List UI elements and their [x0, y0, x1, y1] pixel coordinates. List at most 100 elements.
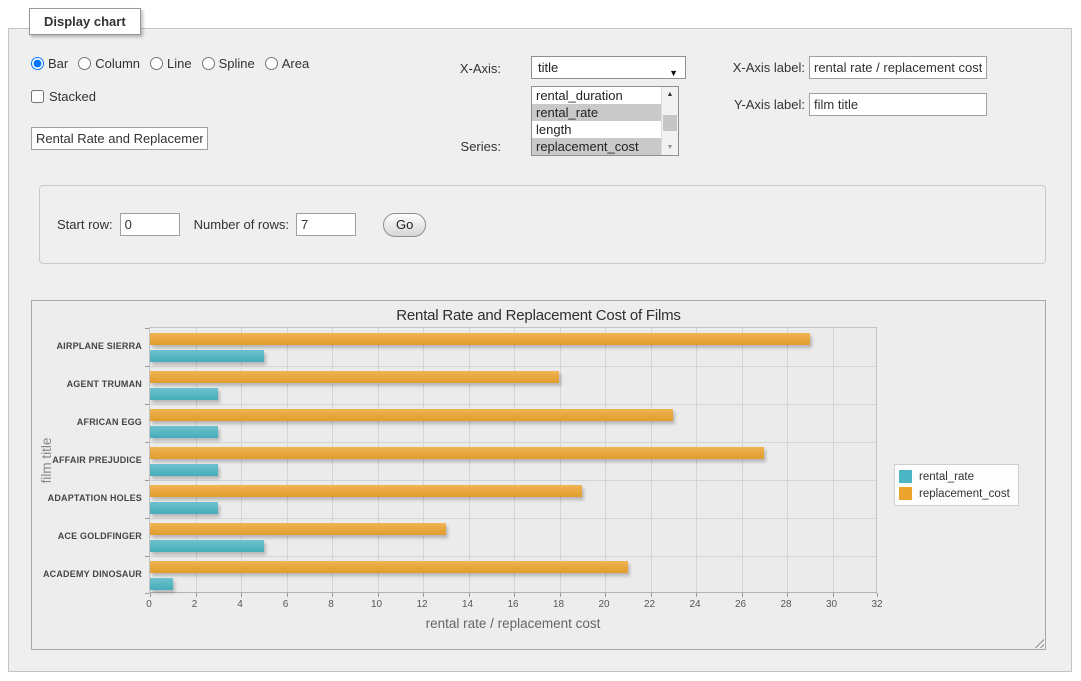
x-tick-label: 24	[689, 599, 700, 610]
bar-rental_rate-5	[150, 540, 264, 552]
start-row-label: Start row:	[57, 217, 113, 232]
x-tick-label: 16	[507, 599, 518, 610]
x-axis-select[interactable]: title ▼	[531, 56, 686, 79]
chart-legend: rental_rate replacement_cost	[894, 464, 1019, 506]
chart-type-label: Bar	[48, 56, 68, 71]
y-tick-mark	[145, 480, 149, 481]
x-tick-mark	[469, 593, 470, 597]
bar-replacement_cost-1	[150, 371, 559, 383]
legend-item-rental_rate: rental_rate	[899, 468, 1010, 485]
x-tick-label: 22	[644, 599, 655, 610]
vertical-gridline	[833, 328, 834, 592]
vertical-gridline	[560, 328, 561, 592]
chart-title-input[interactable]	[31, 127, 208, 150]
vertical-gridline	[196, 328, 197, 592]
series-option-rental_rate[interactable]: rental_rate	[532, 104, 661, 121]
x-axis-selected-value: title	[538, 60, 558, 75]
x-axis-line	[149, 592, 877, 593]
vertical-gridline	[469, 328, 470, 592]
bar-replacement_cost-6	[150, 561, 628, 573]
y-category-label: AIRPLANE SIERRA	[36, 327, 142, 365]
chart-type-label: Column	[95, 56, 140, 71]
bar-replacement_cost-3	[150, 447, 764, 459]
num-rows-label: Number of rows:	[194, 217, 289, 232]
bar-rental_rate-6	[150, 578, 173, 590]
vertical-gridline	[332, 328, 333, 592]
vertical-gridline	[742, 328, 743, 592]
legend-swatch-icon	[899, 487, 912, 500]
y-axis-label-label: Y-Axis label:	[709, 97, 805, 112]
x-tick-label: 8	[328, 599, 334, 610]
resize-handle-icon[interactable]	[1032, 636, 1044, 648]
legend-swatch-icon	[899, 470, 912, 483]
legend-label: replacement_cost	[919, 488, 1010, 500]
chart-type-radios: Bar Column Line Spline Area	[31, 56, 319, 71]
x-tick-label: 32	[871, 599, 882, 610]
bar-rental_rate-1	[150, 388, 218, 400]
horizontal-gridline	[150, 518, 876, 519]
num-rows-input[interactable]	[296, 213, 356, 236]
x-axis-title: rental rate / replacement cost	[149, 616, 877, 631]
chart-type-radio-line[interactable]	[150, 57, 163, 70]
chart-type-option-bar[interactable]: Bar	[31, 56, 68, 71]
y-tick-mark	[145, 328, 149, 329]
chart-type-option-column[interactable]: Column	[78, 56, 140, 71]
scroll-up-icon[interactable]: ▲	[662, 87, 678, 102]
bar-replacement_cost-4	[150, 485, 582, 497]
stacked-option[interactable]: Stacked	[31, 89, 96, 104]
x-tick-label: 6	[283, 599, 289, 610]
x-tick-label: 28	[780, 599, 791, 610]
scroll-down-icon[interactable]: ▼	[662, 140, 678, 155]
start-row-input[interactable]	[120, 213, 180, 236]
x-tick-label: 10	[371, 599, 382, 610]
chart-type-option-area[interactable]: Area	[265, 56, 309, 71]
series-option-rental_duration[interactable]: rental_duration	[532, 87, 661, 104]
panel-title: Display chart	[29, 8, 141, 35]
horizontal-gridline	[150, 556, 876, 557]
x-tick-labels: 02468101214161820222426283032	[149, 599, 877, 611]
stacked-checkbox[interactable]	[31, 90, 44, 103]
go-button[interactable]: Go	[383, 213, 426, 237]
chart-type-option-spline[interactable]: Spline	[202, 56, 255, 71]
horizontal-gridline	[150, 366, 876, 367]
listbox-scrollbar[interactable]: ▲ ▼	[661, 87, 678, 155]
chart-type-radio-area[interactable]	[265, 57, 278, 70]
x-tick-mark	[742, 593, 743, 597]
x-tick-mark	[378, 593, 379, 597]
series-option-length[interactable]: length	[532, 121, 661, 138]
x-axis-label-input[interactable]	[809, 56, 987, 79]
chart-title: Rental Rate and Replacement Cost of Film…	[32, 307, 1045, 324]
x-tick-mark	[241, 593, 242, 597]
x-tick-mark	[423, 593, 424, 597]
x-tick-label: 2	[192, 599, 198, 610]
horizontal-gridline	[150, 480, 876, 481]
display-chart-panel: Display chart BarColumnLineSplineArea St…	[8, 28, 1072, 672]
vertical-gridline	[287, 328, 288, 592]
x-tick-mark	[833, 593, 834, 597]
vertical-gridline	[651, 328, 652, 592]
x-tick-label: 12	[416, 599, 427, 610]
series-listbox[interactable]: rental_durationrental_ratelengthreplacem…	[531, 86, 679, 156]
chart-type-label: Line	[167, 56, 192, 71]
vertical-gridline	[423, 328, 424, 592]
scrollbar-thumb[interactable]	[663, 115, 677, 131]
y-category-label: AGENT TRUMAN	[36, 365, 142, 403]
y-axis-label-input[interactable]	[809, 93, 987, 116]
x-tick-label: 0	[146, 599, 152, 610]
series-list-label: Series:	[411, 139, 501, 154]
bar-rental_rate-2	[150, 426, 218, 438]
horizontal-gridline	[150, 404, 876, 405]
series-option-replacement_cost[interactable]: replacement_cost	[532, 138, 661, 155]
y-tick-mark	[145, 556, 149, 557]
chart-type-radio-spline[interactable]	[202, 57, 215, 70]
y-category-label: ACE GOLDFINGER	[36, 517, 142, 555]
chart-type-radio-column[interactable]	[78, 57, 91, 70]
y-category-labels: AIRPLANE SIERRAAGENT TRUMANAFRICAN EGGAF…	[36, 327, 142, 593]
y-category-label: ACADEMY DINOSAUR	[36, 555, 142, 593]
chart-type-radio-bar[interactable]	[31, 57, 44, 70]
vertical-gridline	[787, 328, 788, 592]
y-category-label: ADAPTATION HOLES	[36, 479, 142, 517]
vertical-gridline	[241, 328, 242, 592]
x-tick-mark	[787, 593, 788, 597]
chart-type-option-line[interactable]: Line	[150, 56, 192, 71]
